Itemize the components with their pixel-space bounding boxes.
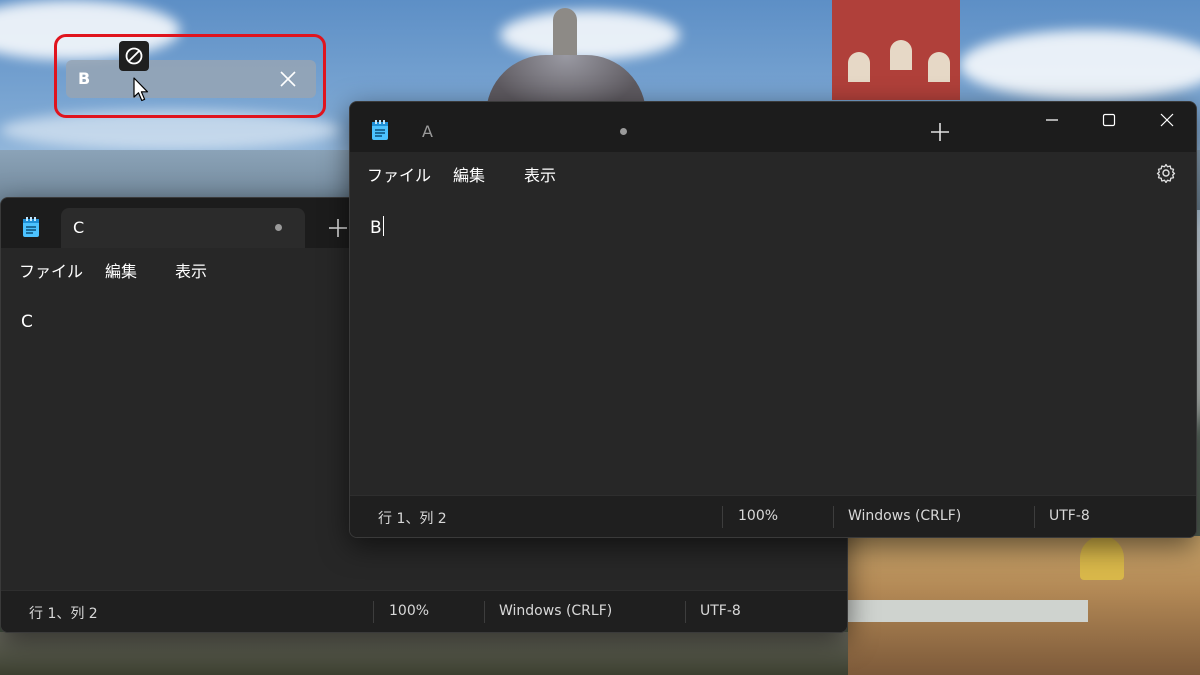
maximize-icon <box>1102 113 1116 127</box>
menu-edit[interactable]: 編集 <box>105 258 137 282</box>
status-cursor-position: 行 1、列 2 <box>29 606 98 622</box>
wallpaper-rocks <box>0 632 848 675</box>
menu-file[interactable]: ファイル <box>367 162 431 186</box>
wallpaper-clock-tower <box>832 0 960 100</box>
close-icon <box>1160 113 1174 127</box>
status-bar: 行 1、列 2 100% Windows (CRLF) UTF-8 <box>1 590 847 632</box>
new-tab-icon[interactable] <box>928 120 952 144</box>
notepad-app-icon <box>372 120 388 140</box>
notepad-app-icon <box>23 217 39 237</box>
menu-view[interactable]: 表示 <box>524 162 556 186</box>
status-divider <box>685 601 686 623</box>
text-editor[interactable]: B <box>350 194 1196 495</box>
tab-c[interactable]: C <box>61 208 305 248</box>
wallpaper-dome-lantern <box>553 8 577 58</box>
dragged-tab-label: B <box>78 69 91 88</box>
wallpaper-tower-window <box>890 40 912 70</box>
title-bar[interactable]: A <box>350 102 1196 152</box>
minimize-button[interactable] <box>1023 102 1081 138</box>
dragged-tab-b[interactable]: B <box>66 60 316 98</box>
unsaved-indicator-icon <box>620 128 627 135</box>
editor-text-value: B <box>370 218 382 238</box>
tab-label: C <box>73 218 85 237</box>
menu-bar: ファイル 編集 表示 <box>350 152 1196 194</box>
status-encoding[interactable]: UTF-8 <box>1049 508 1090 524</box>
menu-edit[interactable]: 編集 <box>453 162 485 186</box>
new-tab-icon[interactable] <box>326 216 350 240</box>
status-divider <box>373 601 374 623</box>
menu-view[interactable]: 表示 <box>175 258 207 282</box>
editor-content: B <box>370 216 384 238</box>
notepad-window-front[interactable]: A ファイル 編集 表示 B 行 1、列 2 100% Windows (CRL… <box>349 101 1197 538</box>
close-icon[interactable] <box>278 69 298 89</box>
wallpaper-palace-wall <box>848 600 1088 622</box>
status-encoding[interactable]: UTF-8 <box>700 603 741 619</box>
text-caret <box>382 216 384 236</box>
no-drop-icon <box>119 41 149 71</box>
status-zoom[interactable]: 100% <box>389 603 429 619</box>
status-line-ending[interactable]: Windows (CRLF) <box>848 508 961 524</box>
wallpaper-tower-window <box>848 52 870 82</box>
unsaved-indicator-icon <box>275 224 282 231</box>
status-divider <box>722 506 723 528</box>
status-zoom[interactable]: 100% <box>738 508 778 524</box>
wallpaper-cloud <box>500 10 680 60</box>
mouse-cursor-icon <box>133 77 149 102</box>
status-line-ending[interactable]: Windows (CRLF) <box>499 603 612 619</box>
maximize-button[interactable] <box>1080 102 1138 138</box>
editor-content: C <box>21 312 33 332</box>
close-button[interactable] <box>1138 102 1196 138</box>
wallpaper-tower-window <box>928 52 950 82</box>
status-bar: 行 1、列 2 100% Windows (CRLF) UTF-8 <box>350 495 1196 537</box>
status-divider <box>484 601 485 623</box>
minimize-icon <box>1046 119 1058 121</box>
menu-file[interactable]: ファイル <box>19 258 83 282</box>
tab-a[interactable]: A <box>410 112 654 152</box>
status-divider <box>1034 506 1035 528</box>
wallpaper-palace-dome <box>1080 536 1124 580</box>
settings-gear-icon[interactable] <box>1156 163 1176 183</box>
status-divider <box>833 506 834 528</box>
status-cursor-position: 行 1、列 2 <box>378 511 447 527</box>
tab-label: A <box>422 122 433 141</box>
